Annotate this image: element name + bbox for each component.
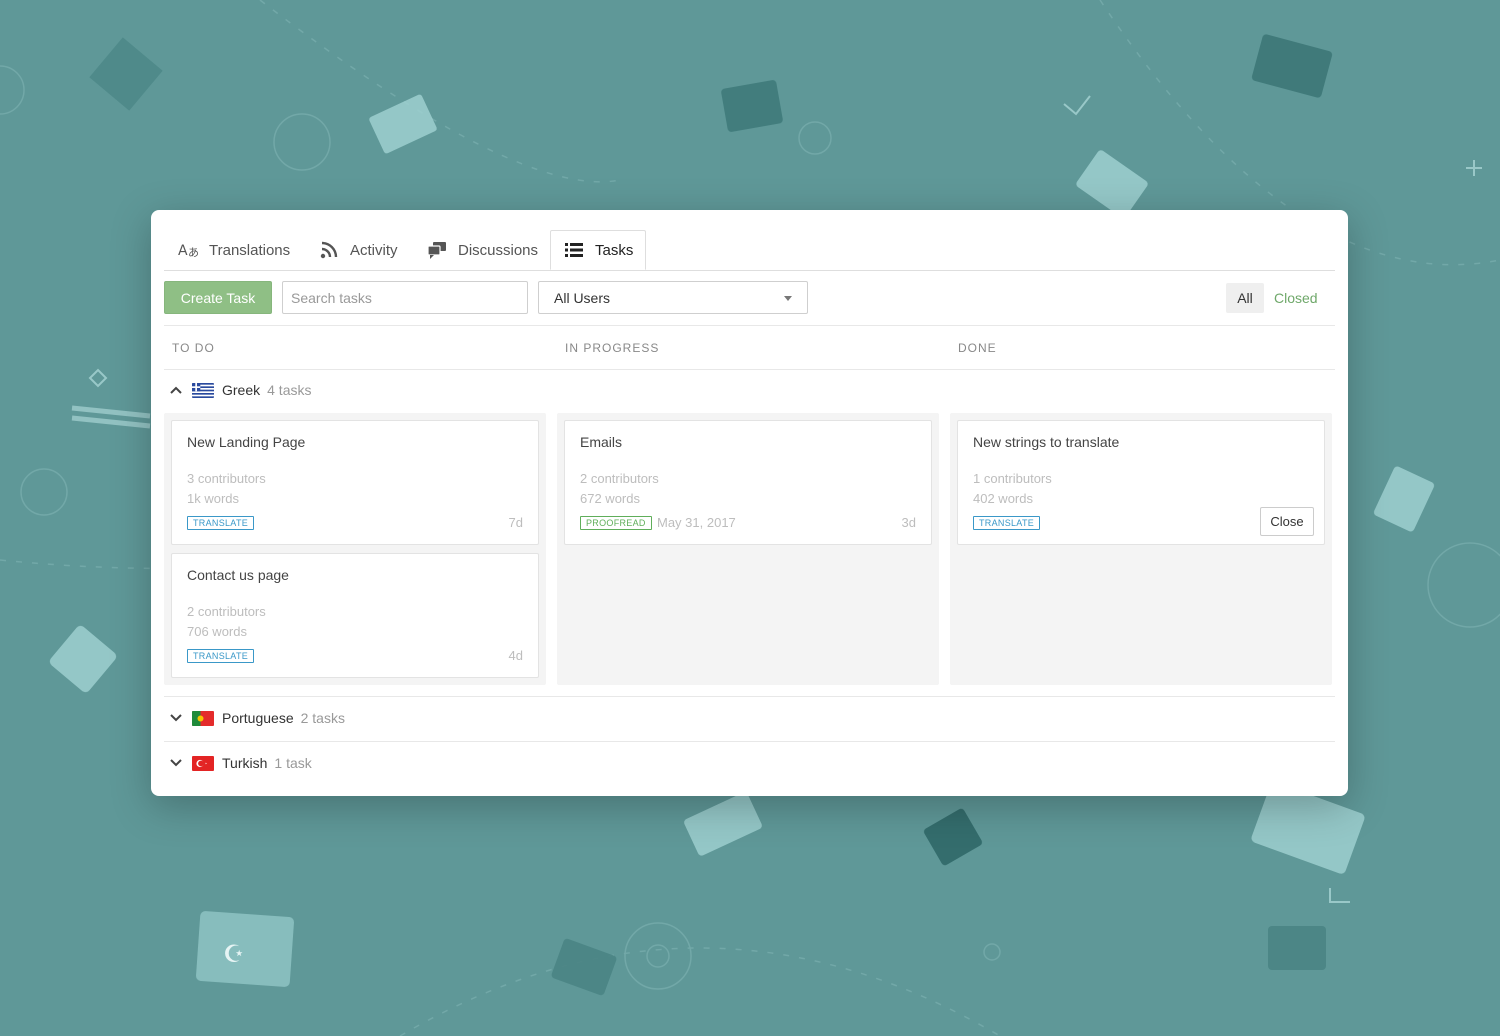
tab-bar: Aあ Translations Activity Discussions Tas…: [164, 230, 1335, 271]
group-task-count: 2 tasks: [300, 710, 345, 726]
group-language: Turkish: [222, 755, 268, 771]
chevron-up-icon: [166, 380, 186, 400]
chat-icon: [426, 239, 448, 261]
greece-flag-icon: [192, 382, 214, 398]
turkey-flag-icon: [192, 755, 214, 771]
task-title: Emails: [580, 434, 623, 450]
task-contributors: 1 contributors: [973, 471, 1052, 486]
chevron-down-icon: [166, 708, 186, 728]
tab-tasks[interactable]: Tasks: [550, 230, 647, 270]
search-input[interactable]: [282, 281, 528, 314]
task-type-badge: TRANSLATE: [187, 516, 255, 530]
group-language: Portuguese: [222, 710, 294, 726]
task-card[interactable]: Emails 2 contributors 672 words PROOFREA…: [564, 420, 932, 545]
chevron-down-icon: [166, 753, 186, 773]
task-card[interactable]: New Landing Page 3 contributors 1k words…: [171, 420, 539, 545]
translate-icon: Aあ: [177, 239, 199, 261]
group-header-portuguese[interactable]: Portuguese 2 tasks: [164, 696, 1335, 740]
task-words: 706 words: [187, 624, 247, 639]
filter-closed-link[interactable]: Closed: [1274, 283, 1318, 313]
task-due-date: May 31, 2017: [657, 515, 736, 530]
users-select[interactable]: All Users: [538, 281, 808, 314]
portugal-flag-icon: [192, 710, 214, 726]
create-task-button[interactable]: Create Task: [164, 281, 272, 314]
column-header-todo: TO DO: [172, 341, 215, 355]
tab-label: Discussions: [458, 241, 539, 259]
tab-discussions[interactable]: Discussions: [426, 230, 538, 270]
task-age: 4d: [508, 648, 523, 663]
task-toolbar: Create Task All Users All Closed: [164, 281, 1335, 315]
tab-translations[interactable]: Aあ Translations: [177, 230, 290, 270]
close-task-button[interactable]: Close: [1260, 507, 1314, 536]
column-header-in-progress: IN PROGRESS: [565, 341, 660, 355]
task-type-badge: PROOFREAD: [580, 516, 652, 530]
group-task-count: 4 tasks: [267, 382, 312, 398]
tab-label: Translations: [209, 241, 291, 259]
group-language: Greek: [222, 382, 261, 398]
task-contributors: 2 contributors: [580, 471, 659, 486]
list-icon: [563, 239, 585, 261]
task-card[interactable]: New strings to translate 1 contributors …: [957, 420, 1325, 545]
rss-icon: [318, 239, 340, 261]
task-title: New strings to translate: [973, 434, 1120, 450]
svg-text:A: A: [178, 243, 188, 259]
task-title: Contact us page: [187, 567, 289, 583]
column-done: New strings to translate 1 contributors …: [950, 413, 1332, 685]
column-headers: TO DO IN PROGRESS DONE: [164, 325, 1335, 370]
filter-all-button[interactable]: All: [1226, 283, 1264, 313]
task-type-badge: TRANSLATE: [973, 516, 1041, 530]
task-type-badge: TRANSLATE: [187, 649, 255, 663]
group-header-greek[interactable]: Greek 4 tasks: [164, 368, 1335, 412]
column-in-progress: Emails 2 contributors 672 words PROOFREA…: [557, 413, 939, 685]
task-words: 1k words: [187, 491, 240, 506]
tab-activity[interactable]: Activity: [318, 230, 398, 270]
svg-text:あ: あ: [188, 246, 198, 259]
svg-text:☪: ☪: [223, 940, 245, 968]
tab-label: Activity: [350, 241, 398, 259]
column-todo: New Landing Page 3 contributors 1k words…: [164, 413, 546, 685]
task-contributors: 2 contributors: [187, 604, 266, 619]
task-age: 7d: [508, 515, 523, 530]
group-task-count: 1 task: [274, 755, 312, 771]
tasks-panel: Aあ Translations Activity Discussions Tas…: [151, 210, 1348, 796]
task-contributors: 3 contributors: [187, 471, 266, 486]
task-words: 672 words: [580, 491, 640, 506]
column-header-done: DONE: [958, 341, 997, 355]
task-card[interactable]: Contact us page 2 contributors 706 words…: [171, 553, 539, 678]
users-select-value: All Users: [554, 289, 611, 306]
group-header-turkish[interactable]: Turkish 1 task: [164, 741, 1335, 785]
tab-label: Tasks: [595, 241, 634, 259]
task-title: New Landing Page: [187, 434, 306, 450]
task-age: 3d: [901, 515, 916, 530]
caret-down-icon: [784, 296, 792, 301]
task-words: 402 words: [973, 491, 1033, 506]
